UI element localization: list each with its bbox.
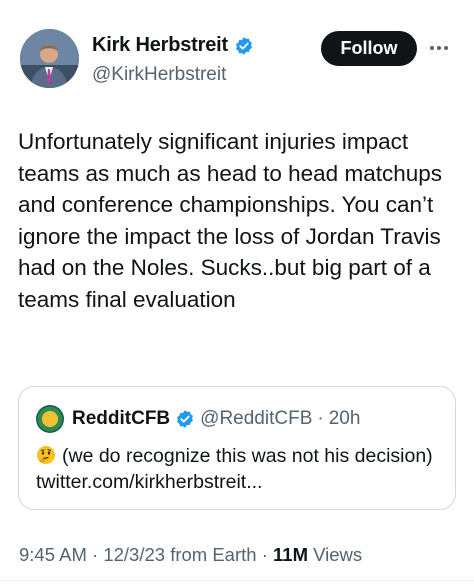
divider [0, 580, 474, 581]
quoted-tweet-header: RedditCFB @RedditCFB · 20h [36, 405, 360, 433]
author-avatar[interactable] [20, 29, 79, 88]
tweet-date-source[interactable]: 12/3/23 from Earth [103, 544, 256, 565]
quoted-tweet-body: (we do recognize this was not his decisi… [36, 443, 446, 495]
ellipsis-icon[interactable] [430, 38, 454, 58]
thinking-face-emoji-icon [36, 445, 56, 465]
quoted-timestamp: 20h [328, 408, 361, 429]
quoted-author-handle: @RedditCFB [200, 408, 313, 429]
quoted-tweet-card[interactable]: RedditCFB @RedditCFB · 20h (we do recogn… [18, 386, 456, 510]
quoted-verified-badge-icon [175, 409, 195, 429]
tweet-page: Kirk Herbstreit @KirkHerbstreit Follow U… [0, 0, 474, 587]
meta-separator: · [261, 544, 268, 565]
tweet-time[interactable]: 9:45 AM [19, 544, 87, 565]
quoted-author-avatar [36, 405, 64, 433]
author-name[interactable]: Kirk Herbstreit [92, 34, 228, 57]
meta-separator: · [92, 544, 99, 565]
quoted-tweet-text: (we do recognize this was not his decisi… [36, 445, 433, 493]
views-count: 11M [273, 544, 308, 565]
quoted-author-name: RedditCFB [72, 408, 171, 429]
tweet-text: Unfortunately significant injuries impac… [18, 129, 442, 312]
author-name-row: Kirk Herbstreit [92, 34, 254, 57]
quoted-separator: · [317, 408, 324, 429]
tweet-meta: 9:45 AM · 12/3/23 from Earth · 11M Views [19, 544, 362, 566]
author-handle[interactable]: @KirkHerbstreit [92, 64, 226, 86]
views-label: Views [313, 544, 363, 565]
verified-badge-icon [234, 36, 254, 56]
follow-button[interactable]: Follow [321, 31, 417, 66]
